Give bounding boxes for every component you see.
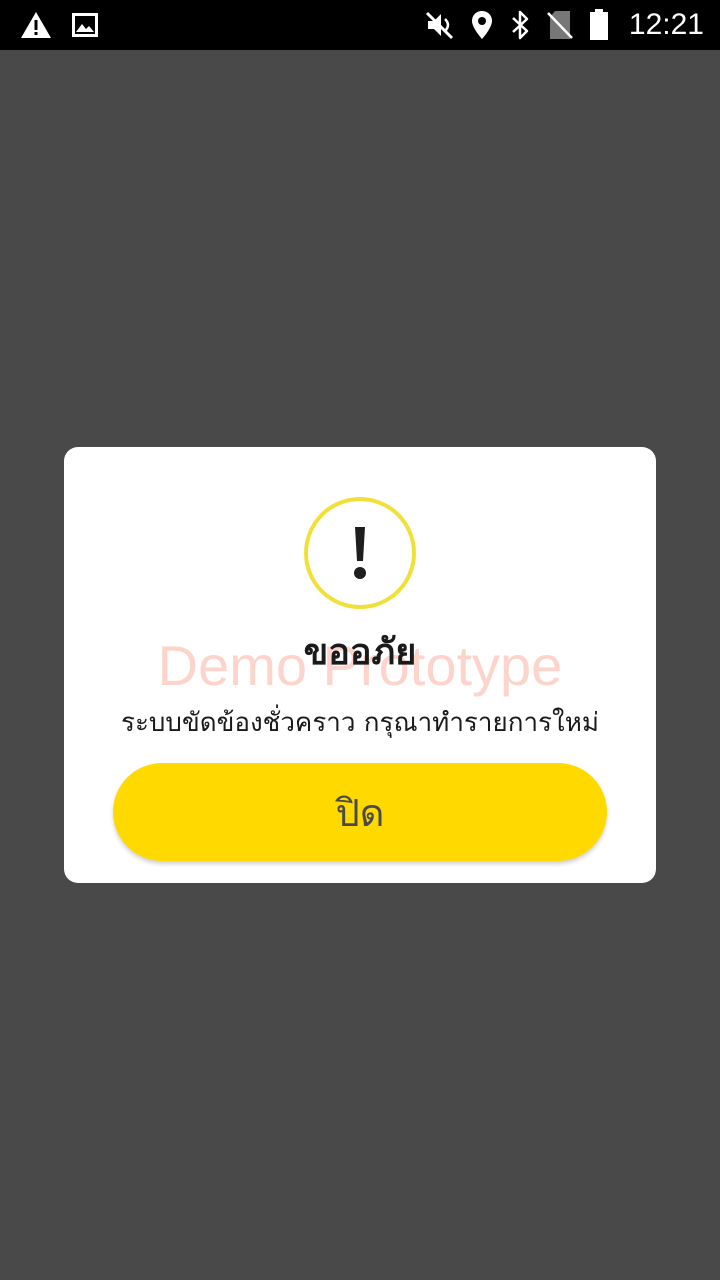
warning-icon xyxy=(20,11,52,39)
mute-icon xyxy=(425,10,455,40)
battery-icon xyxy=(589,9,609,41)
exclamation-icon xyxy=(304,497,416,609)
image-icon xyxy=(72,13,98,37)
status-bar: 12:21 xyxy=(0,0,720,50)
bluetooth-icon xyxy=(509,10,531,40)
location-icon xyxy=(471,10,493,40)
status-bar-right: 12:21 xyxy=(425,0,704,50)
no-sim-icon xyxy=(547,10,573,40)
dialog-message: ระบบขัดข้องชั่วคราว กรุณาทำรายการใหม่ xyxy=(121,708,599,738)
dialog-title: ขออภัย xyxy=(303,632,417,673)
error-dialog: Demo Prototype ขออภัย ระบบขัดข้องชั่วครา… xyxy=(64,447,656,883)
clock: 12:21 xyxy=(628,8,704,41)
status-bar-left xyxy=(20,0,98,50)
close-button[interactable]: ปิด xyxy=(113,763,607,861)
